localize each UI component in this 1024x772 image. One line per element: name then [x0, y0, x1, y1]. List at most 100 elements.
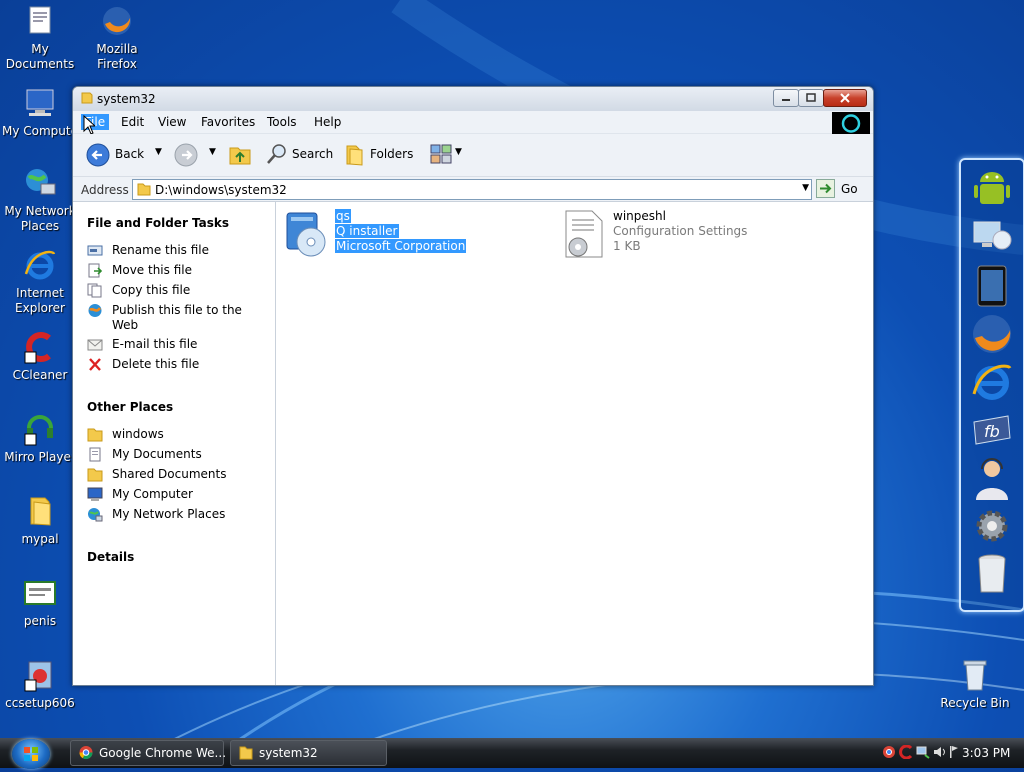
trash-can-icon[interactable]	[970, 552, 1014, 596]
task-pane: File and Folder Tasks Rename this file M…	[73, 202, 276, 685]
forward-dropdown-icon[interactable]: ▼	[209, 147, 216, 157]
place-my-network-places[interactable]: My Network Places	[87, 507, 267, 522]
mouse-cursor-icon	[83, 115, 95, 135]
internet-explorer-icon[interactable]	[970, 360, 1014, 404]
move-icon	[88, 263, 103, 278]
search-button[interactable]: Search	[265, 142, 345, 168]
volume-tray-icon[interactable]	[933, 745, 947, 759]
support-person-icon[interactable]	[970, 456, 1014, 500]
chrome-tray-icon[interactable]	[882, 745, 896, 759]
delete-icon	[89, 358, 101, 371]
internet-explorer-icon	[23, 248, 57, 282]
my-documents-icon	[23, 4, 57, 38]
close-button[interactable]	[823, 89, 867, 107]
place-my-computer[interactable]: My Computer	[87, 487, 267, 502]
place-my-documents[interactable]: My Documents	[87, 447, 267, 462]
file-item-qs[interactable]: qs Q installer Microsoft Corporation	[281, 209, 521, 259]
my-documents-icon	[89, 447, 101, 462]
firefox-icon	[100, 4, 134, 38]
address-input[interactable]: D:\windows\system32 ▼	[132, 179, 812, 200]
ipad-icon[interactable]	[970, 264, 1014, 308]
taskbar-button-system32[interactable]: system32	[230, 740, 387, 766]
folders-label: Folders	[370, 147, 414, 161]
menu-tools[interactable]: Tools	[263, 114, 301, 130]
taskbar-button-chrome[interactable]: Google Chrome We...	[70, 740, 227, 766]
certificate-icon	[23, 576, 57, 610]
place-windows[interactable]: windows	[87, 427, 267, 442]
address-dropdown-icon[interactable]: ▼	[802, 183, 809, 193]
folder-icon	[81, 92, 93, 104]
back-dropdown-icon[interactable]: ▼	[155, 147, 162, 157]
desktop-icon-mirro-player[interactable]: Mirro Player	[0, 412, 80, 465]
settings-gear-icon[interactable]	[970, 504, 1014, 548]
address-value: D:\windows\system32	[155, 183, 287, 197]
go-button[interactable]: Go	[816, 179, 866, 198]
menu-help[interactable]: Help	[310, 114, 345, 130]
facebook-icon[interactable]: fb	[970, 408, 1014, 452]
network-tray-icon[interactable]	[916, 745, 930, 759]
details-title: Details	[87, 550, 135, 564]
maximize-button[interactable]	[798, 89, 824, 107]
menu-bar: File Edit View Favorites Tools Help	[73, 111, 873, 135]
menu-favorites[interactable]: Favorites	[197, 114, 259, 130]
file-company: Microsoft Corporation	[335, 239, 467, 253]
desktop-icon-ccleaner[interactable]: CCleaner	[0, 330, 80, 383]
taskbar-button-label: system32	[259, 746, 318, 760]
desktop-icon-network-places[interactable]: My Network Places	[0, 166, 80, 234]
windows-throbber-icon	[832, 112, 870, 135]
my-computer-icon	[23, 86, 57, 120]
task-rename[interactable]: Rename this file	[87, 243, 267, 258]
desktop-icon-label: Mozilla Firefox	[96, 42, 138, 71]
folders-button[interactable]: Folders	[344, 142, 424, 168]
config-settings-icon	[565, 210, 603, 258]
windows-logo-icon	[24, 747, 38, 761]
desktop-icon-firefox[interactable]: Mozilla Firefox	[77, 4, 157, 72]
back-button[interactable]: Back ▼	[85, 142, 175, 168]
desktop-icon-ccsetup606[interactable]: ccsetup606	[0, 658, 80, 711]
desktop-icon-my-documents[interactable]: My Documents	[0, 4, 80, 72]
firefox-icon[interactable]	[970, 312, 1014, 356]
task-publish[interactable]: Publish this file to the Web	[87, 303, 267, 333]
task-move[interactable]: Move this file	[87, 263, 267, 278]
menu-edit[interactable]: Edit	[117, 114, 148, 130]
title-bar[interactable]: system32	[73, 87, 873, 111]
desktop-icon-penis[interactable]: penis	[0, 576, 80, 629]
flag-tray-icon[interactable]	[949, 745, 959, 759]
address-label: Address	[81, 183, 129, 197]
recycle-bin-icon	[958, 658, 992, 692]
views-icon	[430, 144, 452, 164]
mirro-player-icon	[23, 412, 57, 446]
folders-icon	[346, 145, 363, 166]
place-label: windows	[112, 427, 164, 441]
android-icon[interactable]	[970, 168, 1014, 212]
side-dock: fb	[959, 158, 1024, 612]
menu-view[interactable]: View	[154, 114, 190, 130]
task-delete[interactable]: Delete this file	[87, 357, 267, 372]
publish-web-icon	[88, 304, 102, 317]
desktop-icon-label: Internet Explorer	[15, 286, 65, 315]
file-size: 1 KB	[613, 239, 641, 253]
remote-desktop-icon[interactable]	[970, 216, 1014, 260]
place-shared-documents[interactable]: Shared Documents	[87, 467, 267, 482]
task-copy[interactable]: Copy this file	[87, 283, 267, 298]
forward-button[interactable]: ▼	[173, 142, 221, 168]
file-view[interactable]: qs Q installer Microsoft Corporation win…	[276, 202, 873, 685]
go-arrow-icon	[816, 179, 835, 198]
file-item-winpeshl[interactable]: winpeshl Configuration Settings 1 KB	[558, 209, 818, 259]
desktop-icon-recycle-bin[interactable]: Recycle Bin	[935, 658, 1015, 711]
desktop-icon-mypal[interactable]: mypal	[0, 494, 80, 547]
up-folder-button[interactable]	[228, 142, 252, 168]
views-button[interactable]: ▼	[429, 142, 465, 168]
ccleaner-tray-icon[interactable]	[899, 745, 913, 759]
folder-icon	[239, 746, 253, 760]
task-label: Move this file	[112, 263, 192, 277]
svg-text:fb: fb	[984, 422, 1000, 441]
desktop-icon-my-computer[interactable]: My Compute	[0, 86, 80, 139]
minimize-button[interactable]	[773, 89, 799, 107]
start-button[interactable]	[12, 739, 50, 769]
desktop-icon-internet-explorer[interactable]: Internet Explorer	[0, 248, 80, 316]
explorer-window[interactable]: system32 File Edit View Favorites Tools …	[72, 86, 874, 686]
other-places-title: Other Places	[87, 400, 174, 414]
task-email[interactable]: E-mail this file	[87, 337, 267, 352]
taskbar-button-label: Google Chrome We...	[99, 746, 227, 760]
